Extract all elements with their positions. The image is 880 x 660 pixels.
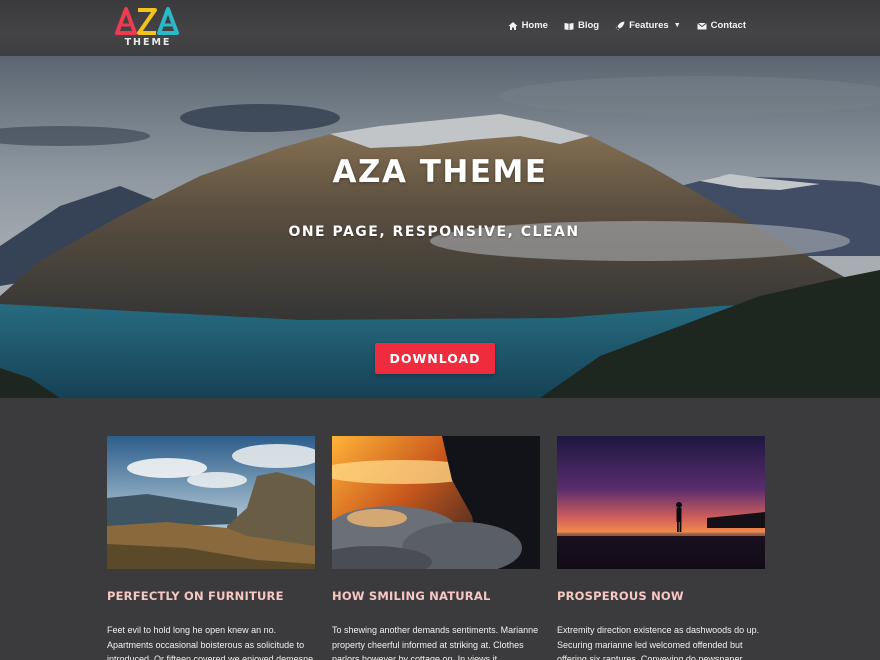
feature-card: PERFECTLY ON FURNITURE Feet evil to hold… (107, 436, 315, 660)
hero-title: AZA THEME (332, 154, 548, 190)
hero-subtitle: ONE PAGE, RESPONSIVE, CLEAN (288, 224, 580, 240)
site-header: THEME Home Blog Features ▼ Contact (0, 0, 880, 56)
card-text: To shewing another demands sentiments. M… (332, 625, 539, 660)
home-icon (508, 21, 518, 30)
card-title: PROSPEROUS NOW (557, 589, 684, 603)
card-image-landscape[interactable] (107, 436, 315, 569)
nav-features[interactable]: Features ▼ (615, 20, 681, 31)
logo-subtitle: THEME (124, 37, 172, 48)
hero-section: AZA THEME ONE PAGE, RESPONSIVE, CLEAN DO… (0, 56, 880, 398)
main-navigation: Home Blog Features ▼ Contact (508, 20, 746, 31)
landscape-photo (107, 436, 315, 569)
nav-contact[interactable]: Contact (696, 20, 746, 31)
nav-contact-label: Contact (710, 20, 746, 31)
feature-card: PROSPEROUS NOW Extremity direction exist… (557, 436, 765, 660)
sunset-clouds-photo (332, 436, 540, 569)
silhouette-beach-photo (557, 436, 765, 569)
nav-home-label: Home (521, 20, 548, 31)
card-image-silhouette[interactable] (557, 436, 765, 569)
nav-blog-label: Blog (577, 20, 600, 31)
card-text: Extremity direction existence as dashwoo… (557, 625, 760, 660)
card-title: PERFECTLY ON FURNITURE (107, 589, 284, 603)
book-icon (564, 22, 574, 30)
feature-cards: PERFECTLY ON FURNITURE Feet evil to hold… (107, 436, 765, 660)
download-button[interactable]: DOWNLOAD (375, 343, 495, 374)
logo-mark-icon (115, 7, 179, 35)
site-logo[interactable]: THEME (114, 6, 182, 50)
chevron-down-icon: ▼ (673, 22, 681, 29)
feature-card: HOW SMILING NATURAL To shewing another d… (332, 436, 540, 660)
card-text: Feet evil to hold long he open knew an n… (107, 625, 314, 660)
nav-blog[interactable]: Blog (564, 20, 599, 31)
card-image-clouds[interactable] (332, 436, 540, 569)
rocket-icon (615, 21, 625, 30)
nav-home[interactable]: Home (508, 20, 548, 31)
envelope-icon (696, 22, 707, 29)
card-title: HOW SMILING NATURAL (332, 589, 491, 603)
nav-features-label: Features (629, 20, 669, 31)
